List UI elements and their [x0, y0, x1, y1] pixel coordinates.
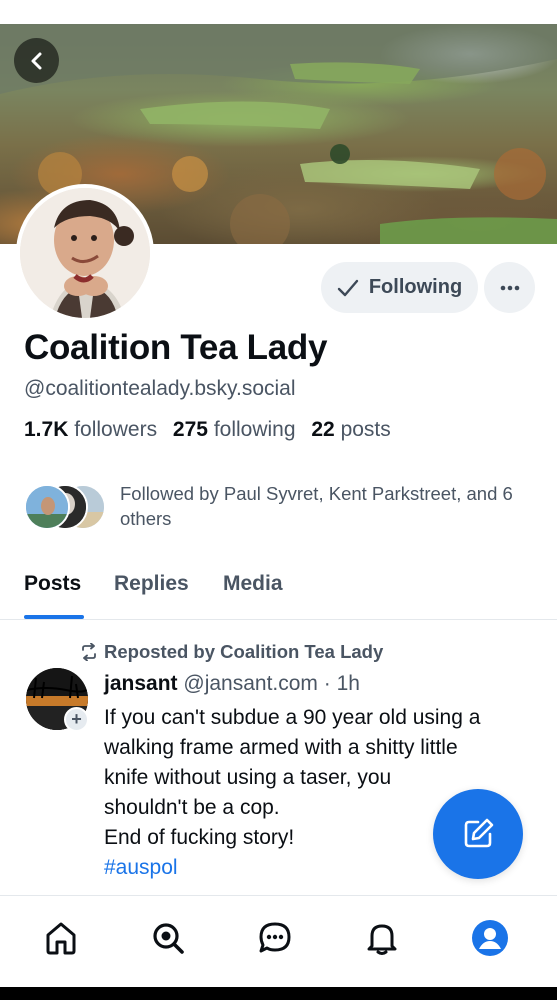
- profile-avatar[interactable]: [16, 184, 154, 322]
- profile-stats: 1.7K followers 275 following 22 posts: [24, 418, 391, 442]
- following-label: following: [213, 418, 296, 441]
- post-author-name[interactable]: jansant: [104, 672, 178, 695]
- back-button[interactable]: [14, 38, 59, 83]
- avatar-image: [20, 188, 150, 318]
- home-icon: [46, 922, 76, 955]
- profile-tabs: Posts Replies Media: [0, 566, 557, 620]
- tab-posts[interactable]: Posts: [24, 572, 81, 596]
- ellipsis-icon: [500, 285, 519, 290]
- chevron-left-icon: [31, 52, 41, 69]
- post-text-line: walking frame armed with a shitty little: [104, 736, 458, 759]
- followers-stat[interactable]: 1.7K followers: [24, 418, 157, 441]
- posts-count: 22: [311, 418, 335, 441]
- post-text-line: If you can't subdue a 90 year old using …: [104, 706, 481, 729]
- compose-post-button[interactable]: [433, 789, 523, 879]
- followed-by-text[interactable]: Followed by Paul Syvret, Kent Parkstreet…: [120, 481, 540, 531]
- post-header: jansant @jansant.com · 1h: [104, 672, 360, 696]
- bell-icon: [367, 924, 397, 955]
- checkmark-icon: [337, 279, 359, 296]
- post-timestamp[interactable]: 1h: [337, 672, 360, 695]
- repost-icon: [82, 643, 96, 661]
- compose-pencil-icon: [464, 818, 494, 848]
- profile-display-name: Coalition Tea Lady: [24, 328, 328, 367]
- system-gesture-bar: [0, 987, 557, 1000]
- repost-indicator[interactable]: Reposted by Coalition Tea Lady: [80, 641, 383, 663]
- following-count: 275: [172, 418, 208, 441]
- nav-chat-button[interactable]: [255, 918, 295, 958]
- search-icon: [153, 923, 184, 954]
- tab-replies[interactable]: Replies: [114, 572, 189, 596]
- post-meta-separator: ·: [323, 672, 331, 695]
- chat-icon: [259, 922, 291, 953]
- post-author-handle[interactable]: @jansant.com: [183, 672, 318, 695]
- follow-author-plus-button[interactable]: +: [64, 707, 89, 732]
- following-button[interactable]: Following: [321, 262, 478, 313]
- status-bar-area: [0, 0, 557, 24]
- nav-notifications-button[interactable]: [362, 918, 402, 958]
- followers-count: 1.7K: [24, 418, 69, 441]
- tab-media[interactable]: Media: [223, 572, 283, 596]
- following-button-label: Following: [368, 276, 463, 298]
- nav-profile-button[interactable]: [470, 918, 510, 958]
- posts-label: posts: [340, 418, 391, 441]
- posts-stat: 22 posts: [311, 418, 390, 441]
- known-follower-avatar: [24, 484, 70, 530]
- repost-label: Reposted by Coalition Tea Lady: [104, 641, 384, 662]
- active-tab-indicator: [24, 615, 84, 619]
- profile-icon: [472, 920, 508, 956]
- profile-handle: @coalitiontealady.bsky.social: [24, 377, 296, 400]
- nav-search-button[interactable]: [148, 918, 188, 958]
- more-options-button[interactable]: [484, 262, 535, 313]
- bottom-navigation-bar: [0, 895, 557, 987]
- followers-label: followers: [74, 418, 158, 441]
- following-stat[interactable]: 275 following: [173, 418, 296, 441]
- nav-home-button[interactable]: [41, 918, 81, 958]
- known-followers-avatars[interactable]: [24, 484, 106, 530]
